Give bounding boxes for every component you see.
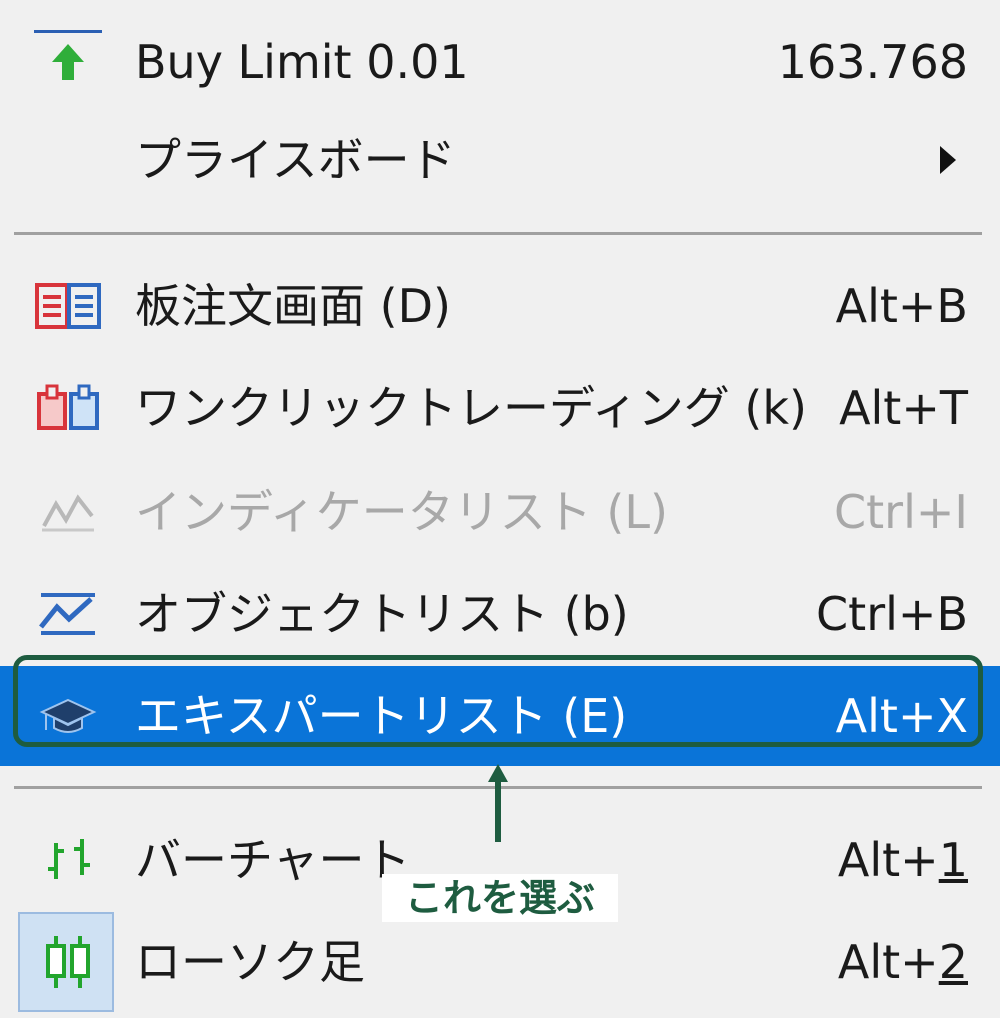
price-value: 163.768 bbox=[777, 35, 968, 89]
menu-item-board-order[interactable]: 板注文画面 (D) Alt+B bbox=[0, 256, 1000, 356]
board-order-icon bbox=[28, 271, 108, 341]
shortcut-label: Ctrl+B bbox=[816, 587, 968, 641]
bar-chart-icon bbox=[28, 825, 108, 895]
candlestick-icon bbox=[28, 927, 108, 997]
menu-item-label: Buy Limit 0.01 bbox=[135, 35, 469, 89]
shortcut-label: Alt+1 bbox=[837, 833, 968, 887]
menu-item-label: ローソク足 bbox=[135, 935, 365, 989]
object-list-icon bbox=[28, 579, 108, 649]
shortcut-label: Alt+2 bbox=[837, 935, 968, 989]
shortcut-label: Alt+T bbox=[839, 381, 968, 435]
menu-item-label: オブジェクトリスト (b) bbox=[135, 587, 629, 641]
one-click-trading-icon bbox=[28, 373, 108, 443]
menu-item-price-board[interactable]: プライスボード bbox=[0, 110, 1000, 210]
menu-item-object-list[interactable]: オブジェクトリスト (b) Ctrl+B bbox=[0, 564, 1000, 664]
annotation-highlight-box bbox=[13, 655, 983, 747]
submenu-arrow-icon bbox=[940, 146, 956, 174]
menu-item-candlestick[interactable]: ローソク足 Alt+2 bbox=[0, 912, 1000, 1012]
menu-item-label: ワンクリックトレーディング (k) bbox=[135, 381, 807, 435]
menu-item-label: バーチャート bbox=[135, 833, 411, 887]
menu-item-label: 板注文画面 (D) bbox=[135, 279, 451, 333]
shortcut-label: Alt+B bbox=[835, 279, 968, 333]
buy-limit-arrow-icon bbox=[28, 27, 108, 97]
menu-item-buy-limit[interactable]: Buy Limit 0.01 163.768 bbox=[0, 12, 1000, 112]
indicator-icon bbox=[28, 477, 108, 547]
menu-item-label: インディケータリスト (L) bbox=[135, 485, 668, 539]
menu-item-one-click-trading[interactable]: ワンクリックトレーディング (k) Alt+T bbox=[0, 358, 1000, 458]
shortcut-label: Ctrl+I bbox=[834, 485, 968, 539]
menu-separator bbox=[14, 232, 982, 235]
menu-item-label: プライスボード bbox=[135, 133, 456, 187]
menu-item-indicator-list: インディケータリスト (L) Ctrl+I bbox=[0, 462, 1000, 562]
